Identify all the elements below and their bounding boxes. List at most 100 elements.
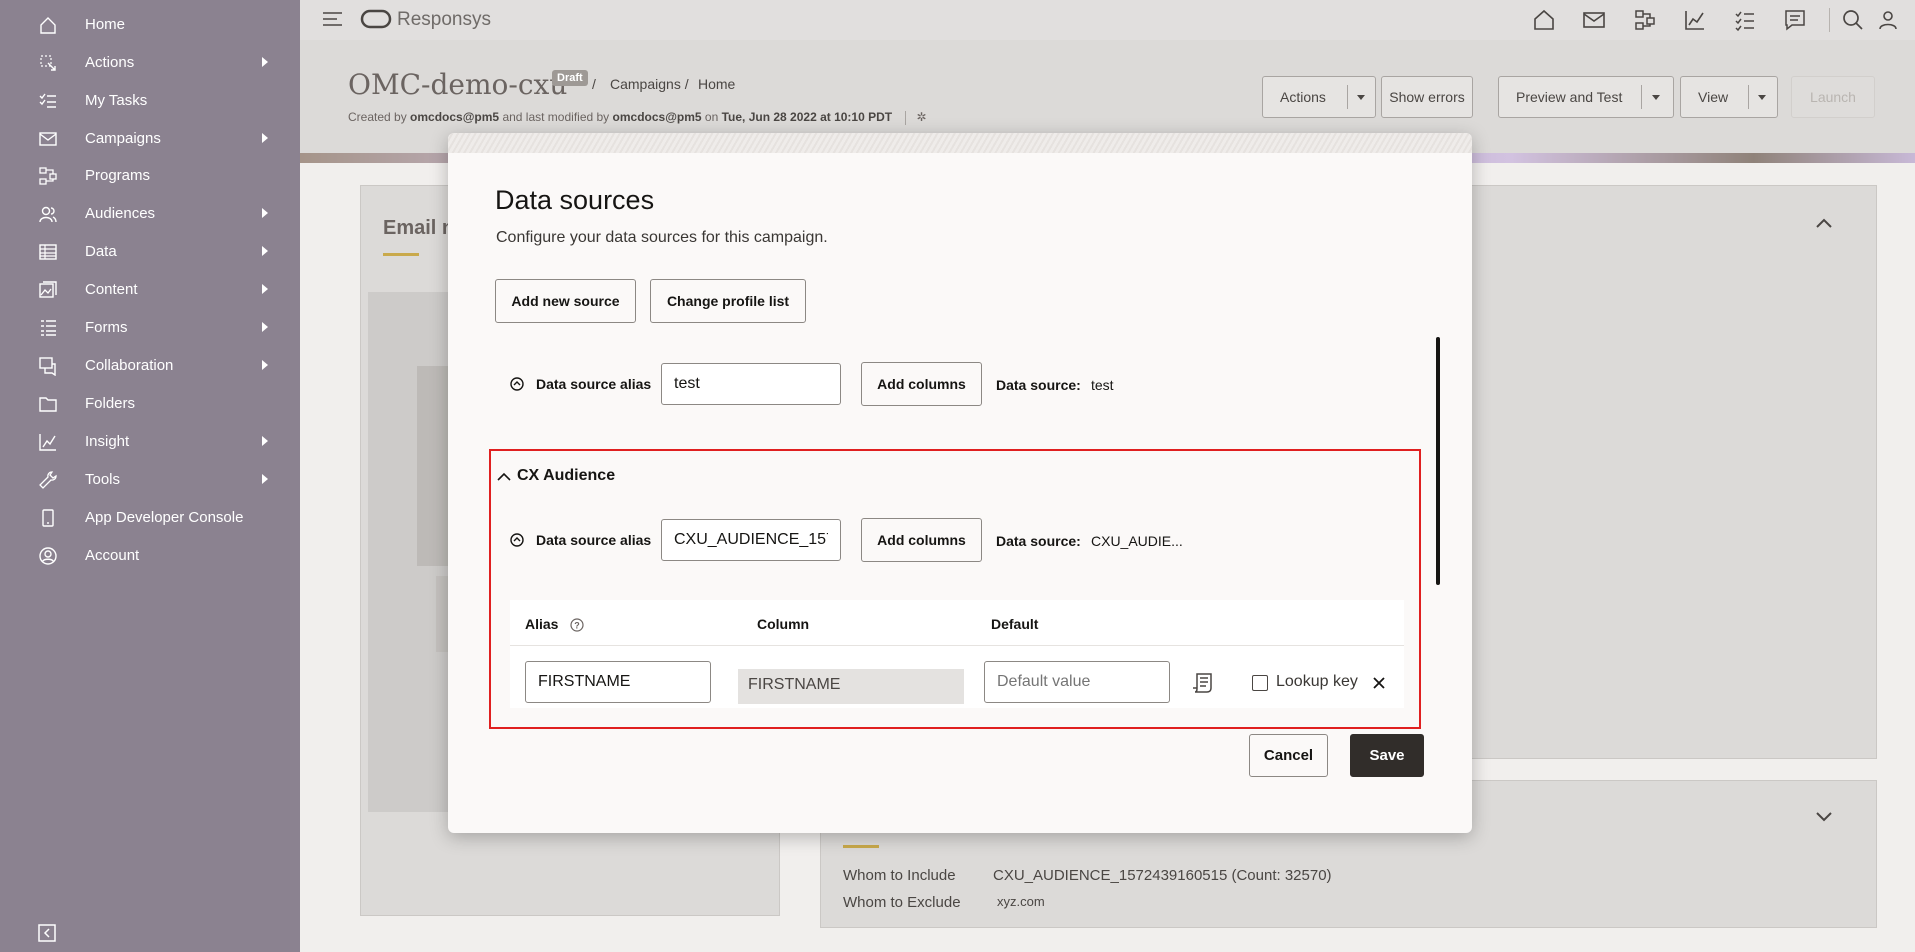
sidebar-item-app-developer-console[interactable]: App Developer Console [0,499,300,537]
change-profile-list-button[interactable]: Change profile list [650,279,806,323]
lookup-key-checkbox[interactable] [1252,675,1268,691]
mail-icon[interactable] [1582,8,1606,32]
programs-icon [38,166,58,186]
preview-test-button[interactable]: Preview and Test [1498,76,1674,118]
sidebar-item-audiences[interactable]: Audiences [0,195,300,233]
sidebar-item-collaboration[interactable]: Collaboration [0,347,300,385]
column-alias-input[interactable] [525,661,711,703]
chevron-down-icon [1758,95,1766,100]
actions-button[interactable]: Actions [1262,76,1376,118]
sidebar-item-forms[interactable]: Forms [0,309,300,347]
include-label: Whom to Include [843,867,956,884]
account-icon [38,546,58,566]
chevron-right-icon [262,246,268,256]
sidebar-item-programs[interactable]: Programs [0,157,300,195]
tasks-icon[interactable] [1733,8,1757,32]
brand-name: Responsys [397,9,491,30]
data-source-label: Data source: [996,377,1081,393]
chevron-down-icon[interactable] [1816,812,1832,822]
remove-row-icon[interactable] [1372,676,1386,690]
sidebar-item-label: App Developer Console [85,509,244,526]
alias-header: Alias ? [525,616,584,632]
data-source-label: Data source: [996,533,1081,549]
dialog-title: Data sources [495,185,655,215]
sidebar-item-actions[interactable]: Actions [0,44,300,82]
home-icon [38,15,58,35]
sidebar-item-label: Actions [85,54,135,71]
breadcrumb-home[interactable]: Home [698,76,735,92]
chevron-right-icon [262,360,268,370]
chevron-right-icon [262,208,268,218]
sidebar-item-label: Account [85,547,140,564]
chevron-right-icon [262,322,268,332]
cancel-button[interactable]: Cancel [1249,734,1328,777]
sidebar-item-label: Data [85,243,117,260]
sidebar-item-label: Forms [85,319,128,336]
oracle-logo-icon [360,9,392,29]
launch-button[interactable]: Launch [1791,76,1875,118]
view-button[interactable]: View [1680,76,1778,118]
collaboration-icon [38,356,58,376]
cx-audience-title[interactable]: CX Audience [517,467,615,485]
include-value: CXU_AUDIENCE_1572439160515 (Count: 32570… [993,867,1332,884]
sidebar-item-data[interactable]: Data [0,233,300,271]
chevron-right-icon [262,133,268,143]
sidebar-item-label: Home [85,16,126,33]
page-meta: Created by omcdocs@pm5 and last modified… [348,110,927,125]
notes-icon[interactable] [1783,8,1807,32]
lookup-key-label[interactable]: Lookup key [1276,673,1358,691]
data-source-alias-label: Data source alias [536,532,652,548]
top-bar: Responsys [300,0,1915,40]
page-title: OMC-demo-cxu [348,68,568,101]
user-icon[interactable] [1876,8,1900,32]
default-value-input[interactable] [984,661,1170,703]
script-icon[interactable] [1191,672,1215,694]
sidebar-item-account[interactable]: Account [0,537,300,575]
table-header-divider [510,645,1404,646]
exclude-label: Whom to Exclude [843,894,961,911]
collapse-circle-icon[interactable] [510,533,524,547]
sidebar-item-folders[interactable]: Folders [0,385,300,423]
dialog-subtitle: Configure your data sources for this cam… [496,229,828,246]
sidebar: Home Actions My Tasks Campaigns Programs Audi… [0,0,300,952]
sidebar-item-insight[interactable]: Insight [0,423,300,461]
hamburger-menu-icon[interactable] [322,10,344,28]
home-icon[interactable] [1532,8,1556,32]
add-new-source-button[interactable]: Add new source [495,279,636,323]
dialog-scrollbar[interactable] [1436,337,1440,585]
add-columns-button[interactable]: Add columns [861,518,982,562]
settings-icon[interactable]: ✲ [916,110,926,124]
sidebar-item-home[interactable]: Home [0,6,300,44]
add-columns-button[interactable]: Add columns [861,362,982,406]
insight-chart-icon[interactable] [1683,8,1707,32]
save-button[interactable]: Save [1350,734,1424,777]
show-errors-button[interactable]: Show errors [1381,76,1473,118]
wrench-icon [38,470,58,490]
collapse-circle-icon[interactable] [510,377,524,391]
content-icon [38,280,58,300]
section-underline [383,253,419,256]
chevron-up-icon[interactable] [497,472,511,481]
sidebar-item-label: Insight [85,433,130,450]
sidebar-item-my-tasks[interactable]: My Tasks [0,82,300,120]
help-icon[interactable]: ? [570,618,584,632]
exclude-value: xyz.com [997,894,1045,909]
data-source-alias-input[interactable] [661,519,841,561]
actions-icon [38,53,58,73]
folder-icon [38,394,58,414]
mail-icon [38,129,58,149]
collapse-sidebar-icon[interactable] [38,924,56,942]
programs-icon[interactable] [1633,8,1657,32]
sidebar-item-content[interactable]: Content [0,271,300,309]
data-source-alias-input[interactable] [661,363,841,405]
dialog-pattern [448,133,1472,153]
chevron-down-icon [1357,95,1365,100]
sidebar-item-tools[interactable]: Tools [0,461,300,499]
sidebar-item-label: Folders [85,395,136,412]
column-name-field: FIRSTNAME [738,669,964,704]
breadcrumb-campaigns[interactable]: Campaigns / [610,76,689,92]
sidebar-item-campaigns[interactable]: Campaigns [0,120,300,158]
chevron-up-icon[interactable] [1816,218,1832,228]
search-icon[interactable] [1841,8,1865,32]
status-badge: Draft [552,70,588,86]
